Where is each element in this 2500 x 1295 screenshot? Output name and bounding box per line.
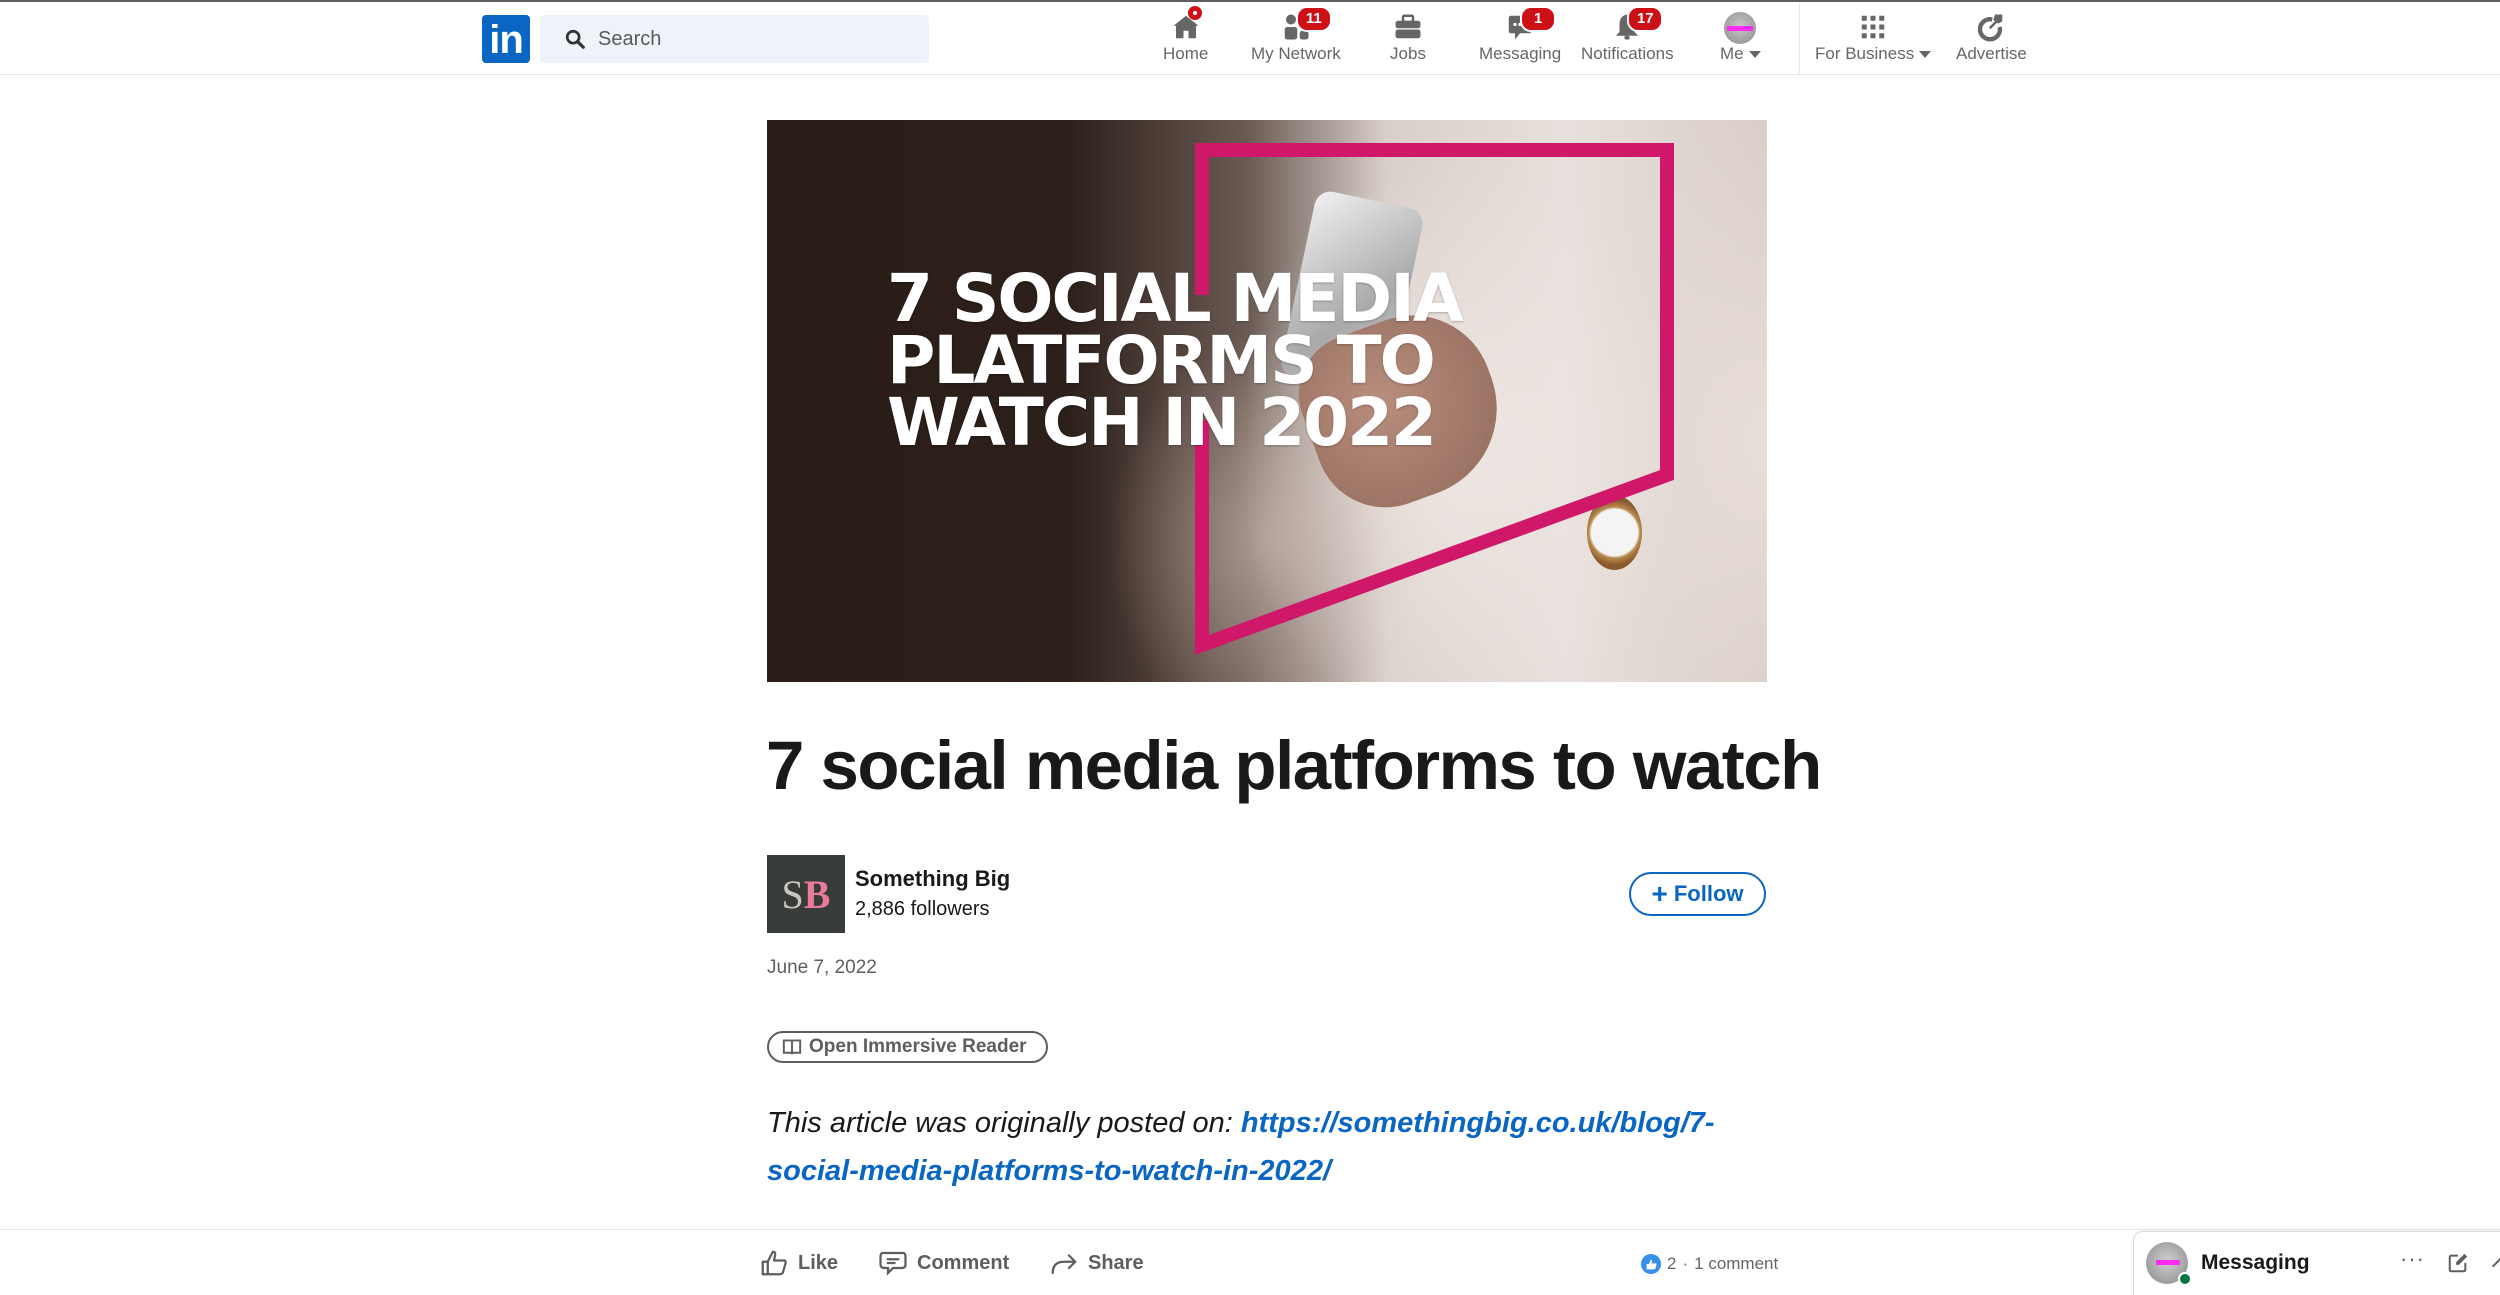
nav-divider — [1799, 4, 1800, 75]
comment-button[interactable]: Comment — [877, 1248, 1009, 1278]
nav-notifications[interactable]: 17 Notifications — [1581, 6, 1674, 70]
nav-messaging[interactable]: 1 Messaging — [1479, 6, 1562, 70]
messaging-overlay[interactable]: Messaging ··· — [2133, 1231, 2500, 1295]
global-nav: in Home 11 My Network Jobs 1 Messaging — [0, 2, 2500, 75]
social-action-bar: Like Comment Share 2 · 1 comment — [0, 1229, 2500, 1295]
nav-jobs-label: Jobs — [1390, 44, 1426, 63]
messaging-badge: 1 — [1520, 6, 1557, 32]
nav-messaging-label: Messaging — [1479, 44, 1562, 63]
nav-me[interactable]: Me — [1720, 10, 1761, 70]
cover-headline: 7 SOCIAL MEDIA PLATFORMS TO WATCH IN 202… — [887, 260, 1464, 461]
plus-icon: + — [1651, 878, 1668, 909]
more-options-icon[interactable]: ··· — [2400, 1246, 2425, 1272]
follow-button[interactable]: + Follow — [1629, 872, 1766, 916]
nav-home-label: Home — [1163, 44, 1209, 63]
nav-my-network-label: My Network — [1251, 44, 1341, 63]
avatar — [1724, 11, 1757, 44]
nav-for-business[interactable]: For Business — [1815, 10, 1932, 70]
briefcase-icon — [1395, 14, 1421, 39]
nav-for-business-label: For Business — [1815, 44, 1932, 64]
compose-icon[interactable] — [2447, 1252, 2469, 1274]
social-counts[interactable]: 2 · 1 comment — [1641, 1254, 1778, 1274]
nav-advertise-label: Advertise — [1956, 44, 2027, 63]
share-button[interactable]: Share — [1048, 1248, 1144, 1278]
nav-my-network[interactable]: 11 My Network — [1251, 6, 1341, 70]
messaging-avatar — [2146, 1242, 2192, 1286]
chevron-down-icon — [1919, 51, 1932, 59]
search-icon — [565, 29, 585, 49]
notifications-badge: 17 — [1627, 6, 1664, 32]
author-followers: 2,886 followers — [855, 898, 990, 920]
nav-me-label: Me — [1720, 44, 1761, 64]
thumbs-up-icon — [761, 1250, 787, 1276]
advertise-icon — [1978, 14, 2003, 42]
messaging-title[interactable]: Messaging — [2201, 1251, 2310, 1275]
comment-icon — [879, 1251, 907, 1276]
online-status-indicator — [2178, 1272, 2192, 1286]
nav-jobs[interactable]: Jobs — [1390, 10, 1426, 70]
nav-notifications-label: Notifications — [1581, 44, 1674, 63]
my-network-badge: 11 — [1295, 6, 1332, 32]
counts-separator: · — [1682, 1254, 1689, 1273]
search-box[interactable] — [540, 15, 929, 63]
immersive-reader-button[interactable]: Open Immersive Reader — [767, 1031, 1048, 1063]
cover-image: 7 SOCIAL MEDIA PLATFORMS TO WATCH IN 202… — [767, 120, 1767, 682]
linkedin-logo[interactable]: in — [482, 15, 530, 63]
grid-icon — [1861, 15, 1885, 39]
share-icon — [1051, 1254, 1077, 1275]
publish-date: June 7, 2022 — [767, 957, 877, 978]
like-reaction-icon — [1641, 1254, 1661, 1274]
comments-count[interactable]: 1 comment — [1694, 1254, 1778, 1274]
article-body: This article was originally posted on: h… — [767, 1107, 1715, 1187]
book-icon — [782, 1039, 802, 1055]
chevron-up-icon[interactable] — [2489, 1252, 2500, 1274]
nav-home[interactable]: Home — [1163, 6, 1209, 70]
search-input[interactable] — [598, 27, 918, 51]
like-button[interactable]: Like — [758, 1248, 838, 1278]
reactions-count[interactable]: 2 — [1667, 1254, 1676, 1274]
author-logo[interactable]: SB — [767, 855, 845, 933]
home-notification-dot — [1187, 6, 1202, 20]
article-title: 7 social media platforms to watch — [766, 727, 1822, 804]
chevron-down-icon — [1748, 51, 1761, 59]
author-name[interactable]: Something Big — [855, 866, 1010, 892]
nav-advertise[interactable]: Advertise — [1956, 10, 2027, 70]
